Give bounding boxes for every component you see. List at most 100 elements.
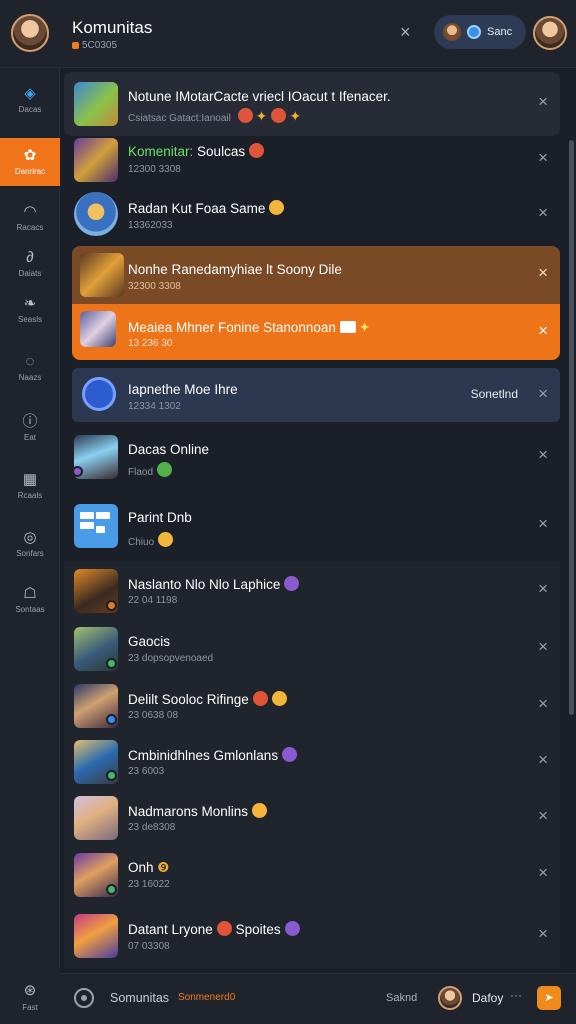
emoji-icon — [271, 691, 287, 706]
send-button[interactable]: ➤ — [537, 986, 561, 1010]
list-item-highlighted[interactable]: Nonhe Ranedamyhiae lt Soony Dile 32300 3… — [72, 246, 560, 304]
more-icon[interactable]: ··· — [510, 988, 522, 1002]
list-item[interactable]: Cmbinidhlnes Gmlonlans 23 6003 × — [64, 734, 560, 790]
list-item[interactable]: Komenitar: Soulcas 12300 3308 × — [64, 134, 560, 186]
account-pill[interactable]: Sanc — [434, 15, 526, 49]
dismiss-icon[interactable]: × — [538, 384, 548, 404]
list-item[interactable]: Nadmarons Monlins 23 de8308 × — [64, 790, 560, 846]
item-meta: 23 0638 08 — [128, 710, 179, 721]
gear-icon: ◎ — [23, 529, 37, 546]
list-item[interactable]: Parint Dnb Chiuo × — [64, 494, 560, 560]
sparkle-icon: ✦ — [358, 319, 371, 335]
dismiss-icon[interactable]: × — [538, 445, 548, 465]
item-name: Parint Dnb — [128, 510, 192, 525]
item-name: Komenitar: Soulcas — [128, 143, 265, 159]
user-avatar[interactable] — [11, 14, 49, 52]
scrollbar[interactable] — [569, 140, 574, 715]
sidebar-item-fast[interactable]: ⊛ Fast — [0, 968, 60, 1024]
item-meta: 12334 1302 — [128, 401, 181, 412]
dismiss-icon[interactable]: × — [538, 750, 548, 770]
bubble-icon: ◌ — [25, 353, 35, 370]
bottom-label-accent: Sonmenerd0 — [178, 992, 236, 1003]
user-avatar[interactable] — [438, 986, 462, 1010]
item-name: Nonhe Ranedamyhiae lt Soony Dile — [128, 262, 342, 277]
dismiss-icon[interactable]: × — [538, 203, 548, 223]
list-item-selected[interactable]: Meaiea Mhner Fonine Stanonnoan ✦ 13 236 … — [72, 304, 560, 360]
sidebar-item-rcaals[interactable]: ▦ Rcaals — [0, 462, 60, 510]
compose-icon[interactable] — [74, 988, 94, 1008]
community-icon: ✿ — [23, 147, 37, 164]
status-badge — [106, 884, 117, 895]
dismiss-icon[interactable]: × — [538, 148, 548, 168]
emoji-icon — [271, 108, 287, 123]
bottom-label: Somunitas — [110, 991, 170, 1005]
emoji-icon — [284, 576, 300, 591]
sidebar-item-sontaas[interactable]: ☖ Sontaas — [0, 576, 60, 624]
close-icon[interactable]: × — [400, 22, 411, 43]
dismiss-icon[interactable]: × — [538, 263, 548, 283]
dismiss-icon[interactable]: × — [538, 694, 548, 714]
tile-block — [96, 512, 110, 519]
joined-label[interactable]: Sonetlnd — [471, 387, 518, 401]
item-name-text: Cmbinidhlnes Gmlonlans — [128, 748, 279, 763]
circle-logo-icon — [82, 377, 116, 411]
sidebar-item-dacas[interactable]: ◈ Dacas — [0, 76, 60, 124]
list-item[interactable]: Gaocis 23 dopsopvenoaed × — [64, 620, 560, 678]
list-item[interactable]: Dacas Online Flaod × — [64, 428, 560, 486]
dismiss-icon[interactable]: × — [538, 321, 548, 341]
sidebar-item-seasls[interactable]: ❧ Seasls — [0, 286, 60, 334]
emoji-icon — [157, 462, 173, 477]
item-name: Delilt Sooloc Rifinge — [128, 691, 287, 707]
item-meta: 23 16022 — [128, 879, 170, 890]
status-badge — [106, 770, 117, 781]
list-item[interactable]: Radan Kut Foaa Same 13362033 × — [64, 186, 560, 242]
dismiss-icon[interactable]: × — [538, 579, 548, 599]
dismiss-icon[interactable]: × — [538, 92, 548, 112]
sidebar-item-label: Fast — [22, 1002, 38, 1012]
page-subtitle: 5C0305 — [72, 40, 117, 51]
sidebar-item-daiats[interactable]: ∂ Daiats — [0, 240, 60, 288]
item-name: Cmbinidhlnes Gmlonlans — [128, 747, 298, 763]
sidebar-item-naazs[interactable]: ◌ Naazs — [0, 344, 60, 392]
list-item[interactable]: Onh ❾ 23 16022 × — [64, 846, 560, 904]
emoji-icon — [282, 747, 298, 762]
sidebar-item-sonfars[interactable]: ◎ Sonfars — [0, 520, 60, 568]
sidebar-item-label: Naazs — [18, 373, 42, 382]
list-item[interactable]: Notune IMotarCacte vriecl IOacut t Ifena… — [64, 72, 560, 136]
page-title: Komunitas — [72, 18, 153, 37]
item-meta: 07 03308 — [128, 941, 170, 952]
sidebar-item-label: Daiats — [18, 269, 42, 278]
item-meta: Chiuo — [128, 532, 174, 548]
emoji-icon — [249, 143, 265, 158]
bot-icon: ☖ — [23, 585, 37, 602]
dismiss-icon[interactable]: × — [538, 924, 548, 944]
list-item[interactable]: Delilt Sooloc Rifinge 23 0638 08 × — [64, 678, 560, 734]
sidebar-item-community[interactable]: ✿ Danrirac — [0, 138, 60, 186]
list-item[interactable]: Datant Lryone Spoites 07 03308 × — [64, 904, 560, 968]
list-item-joined[interactable]: Iapnethe Moe Ihre 12334 1302 Sonetlnd × — [72, 368, 560, 422]
status-badge — [72, 466, 83, 477]
dismiss-icon[interactable]: × — [538, 637, 548, 657]
game-thumbnail — [74, 138, 118, 182]
item-name: Gaocis — [128, 634, 171, 649]
game-thumbnail — [80, 253, 124, 297]
item-name-text: Datant Lryone — [128, 922, 213, 937]
item-meta: 23 dopsopvenoaed — [128, 653, 214, 664]
list-item[interactable]: Naslanto Nlo Nlo Laphice 22 04 1198 × — [64, 562, 560, 620]
item-name: Dacas Online — [128, 442, 210, 457]
profile-avatar[interactable] — [533, 16, 567, 50]
dismiss-icon[interactable]: × — [538, 863, 548, 883]
status-dot-icon — [72, 41, 79, 49]
sidebar-item-eat[interactable]: ⓘ Eat — [0, 404, 60, 452]
item-name-text: Meaiea Mhner Fonine Stanonnoan — [128, 320, 336, 335]
leaf-icon: ❧ — [23, 295, 37, 312]
dismiss-icon[interactable]: × — [538, 514, 548, 534]
item-name: Datant Lryone Spoites — [128, 921, 300, 937]
item-meta: 23 de8308 — [128, 822, 176, 833]
sidebar-item-label: Danrirac — [14, 167, 46, 176]
calendar-icon: ▦ — [22, 471, 38, 488]
item-meta: Csiatsac Gatact:Ianoail ✦ ✦ — [128, 108, 301, 125]
sidebar-item-racacs[interactable]: ◠ Racacs — [0, 194, 60, 242]
dismiss-icon[interactable]: × — [538, 806, 548, 826]
bottom-mid-label[interactable]: Saknd — [386, 992, 417, 1004]
